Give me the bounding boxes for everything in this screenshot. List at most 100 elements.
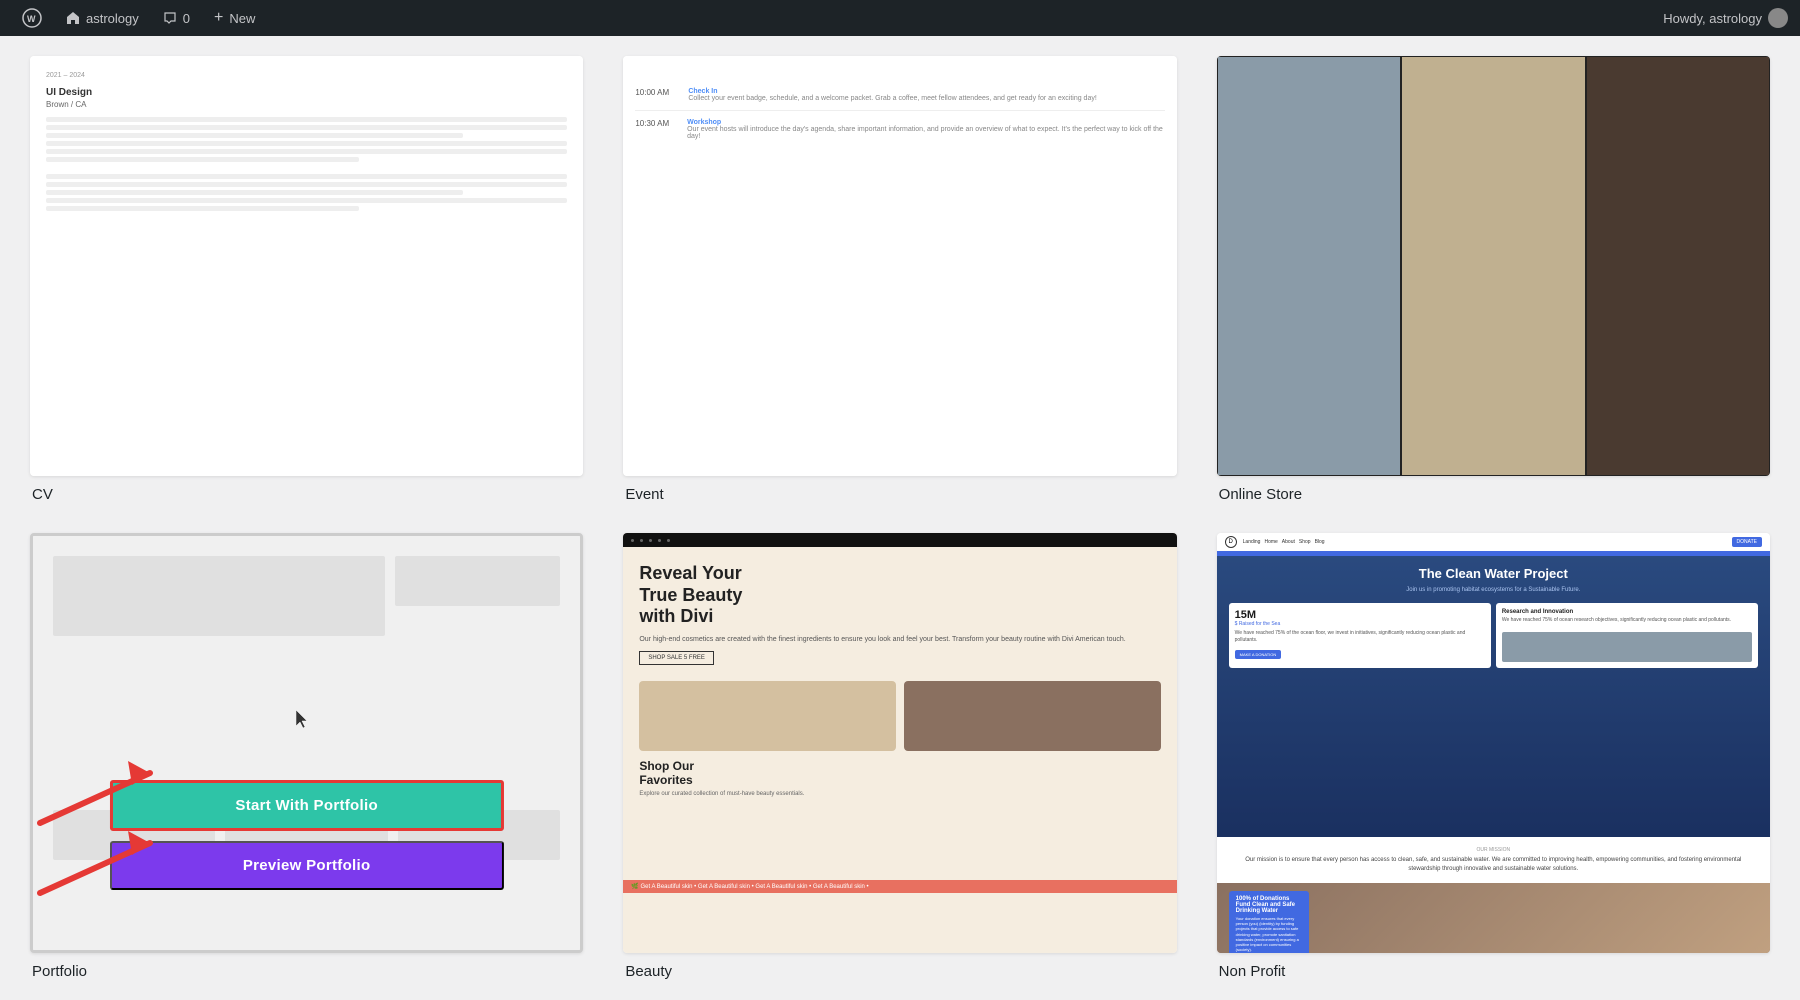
template-card-cv[interactable]: 2021 – 2024 UI Design Brown / CA [30, 56, 583, 476]
beauty-nav-dot [631, 539, 634, 542]
template-item-beauty: Reveal YourTrue Beautywith Divi Our high… [623, 533, 1176, 980]
np-nav-links: Landing Home About Shop Blog [1243, 539, 1325, 545]
cv-title: UI Design [46, 87, 567, 98]
np-stat-btn[interactable]: MAKE A DONATION [1235, 650, 1282, 659]
cv-line [46, 206, 359, 211]
np-subtitle: Join us in promoting habitat ecosystems … [1229, 587, 1758, 593]
cv-line [46, 157, 359, 162]
template-card-event[interactable]: 10:00 AM Check In Collect your event bad… [623, 56, 1176, 476]
home-icon [66, 11, 80, 25]
beauty-sub-text: Our high-end cosmetics are created with … [623, 636, 1176, 643]
np-donate-title: 100% of Donations Fund Clean and Safe Dr… [1236, 896, 1302, 914]
portfolio-row-1 [53, 556, 560, 636]
np-cards-row: 15M $ Raised for the Sea We have reached… [1229, 603, 1758, 668]
preview-portfolio-button[interactable]: Preview Portfolio [110, 841, 504, 890]
np-nav-link: Home [1264, 539, 1277, 545]
template-item-non-profit: D Landing Home About Shop Blog DONATE [1217, 533, 1770, 980]
event-time-1: 10:00 AM [635, 88, 680, 97]
template-card-non-profit[interactable]: D Landing Home About Shop Blog DONATE [1217, 533, 1770, 953]
np-mission-text: Our mission is to ensure that every pers… [1229, 856, 1758, 873]
store-preview [1217, 56, 1770, 476]
cv-line [46, 174, 567, 179]
np-mission: OUR MISSION Our mission is to ensure tha… [1217, 837, 1770, 883]
np-photo: 100% of Donations Fund Clean and Safe Dr… [1217, 883, 1770, 953]
beauty-shop-button[interactable]: SHOP SALE 5 FREE [639, 651, 714, 665]
start-with-portfolio-button[interactable]: Start With Portfolio [110, 780, 504, 831]
template-label-non-profit: Non Profit [1217, 963, 1770, 980]
wp-logo-button[interactable]: W [12, 0, 52, 36]
np-stat-label: $ Raised for the Sea [1235, 621, 1485, 627]
template-card-portfolio[interactable]: Start With Portfolio Preview Portfolio [30, 533, 583, 953]
template-item-cv: 2021 – 2024 UI Design Brown / CA [30, 56, 583, 503]
template-card-beauty[interactable]: Reveal YourTrue Beautywith Divi Our high… [623, 533, 1176, 953]
cv-line [46, 190, 463, 195]
cv-line [46, 117, 567, 122]
new-label: New [229, 11, 255, 26]
store-img-3 [1587, 57, 1769, 475]
new-button[interactable]: + New [204, 0, 265, 36]
np-research-img [1502, 632, 1752, 662]
event-row-1: 10:00 AM Check In Collect your event bad… [635, 88, 1164, 102]
template-label-beauty: Beauty [623, 963, 1176, 980]
np-mission-label: OUR MISSION [1229, 847, 1758, 853]
beauty-ticker: 🌿 Get A Beautiful skin • Get A Beautiful… [623, 880, 1176, 893]
template-label-online-store: Online Store [1217, 486, 1770, 503]
svg-text:W: W [27, 14, 36, 24]
cv-line [46, 198, 567, 203]
np-nav-link: Landing [1243, 539, 1261, 545]
event-row-2: 10:30 AM Workshop Our event hosts will i… [635, 119, 1164, 140]
np-nav: D Landing Home About Shop Blog DONATE [1217, 533, 1770, 553]
np-donate-nav-btn[interactable]: DONATE [1732, 537, 1762, 547]
avatar [1768, 8, 1788, 28]
beauty-section-sub: Explore our curated collection of must-h… [623, 791, 1176, 797]
np-title: The Clean Water Project [1229, 566, 1758, 581]
np-hero: The Clean Water Project Join us in promo… [1217, 556, 1770, 837]
np-donate-box: 100% of Donations Fund Clean and Safe Dr… [1229, 891, 1309, 953]
beauty-nav [623, 533, 1176, 547]
nonprofit-preview: D Landing Home About Shop Blog DONATE [1217, 533, 1770, 953]
cv-date: 2021 – 2024 [46, 72, 567, 79]
event-desc-2: Our event hosts will introduce the day's… [687, 126, 1165, 140]
wp-logo-icon: W [22, 8, 42, 28]
template-label-portfolio: Portfolio [30, 963, 583, 980]
event-preview: 10:00 AM Check In Collect your event bad… [623, 56, 1176, 476]
beauty-nav-dot [640, 539, 643, 542]
howdy-text: Howdy, astrology [1663, 11, 1762, 26]
np-donate-text: Your donation ensures that every person … [1236, 916, 1302, 952]
event-tag-1: Check In [688, 88, 1096, 95]
np-research-card: Research and Innovation We have reached … [1496, 603, 1758, 668]
event-tag-2: Workshop [687, 119, 1165, 126]
beauty-nav-dot [667, 539, 670, 542]
cv-line [46, 182, 567, 187]
np-stat-card: 15M $ Raised for the Sea We have reached… [1229, 603, 1491, 668]
store-img-2 [1402, 57, 1584, 475]
new-icon: + [214, 9, 223, 27]
template-item-online-store: Online Store [1217, 56, 1770, 503]
beauty-hero-text: Reveal YourTrue Beautywith Divi [623, 547, 1176, 636]
template-label-event: Event [623, 486, 1176, 503]
template-item-portfolio: Start With Portfolio Preview Portfolio P… [30, 533, 583, 980]
event-desc-1: Collect your event badge, schedule, and … [688, 95, 1096, 102]
cv-line [46, 133, 463, 138]
event-time-2: 10:30 AM [635, 119, 679, 128]
portfolio-cell [395, 556, 561, 606]
template-item-event: 10:00 AM Check In Collect your event bad… [623, 56, 1176, 503]
template-card-online-store[interactable] [1217, 56, 1770, 476]
store-images [1217, 56, 1770, 476]
topbar: W astrology 0 + New Howdy, astrology [0, 0, 1800, 36]
beauty-section-title: Shop OurFavorites [623, 751, 1176, 791]
site-name-label: astrology [86, 11, 139, 26]
site-name-button[interactable]: astrology [56, 0, 149, 36]
np-research-text: We have reached 75% of ocean research ob… [1502, 617, 1752, 624]
comments-icon [163, 11, 177, 25]
comments-button[interactable]: 0 [153, 0, 200, 36]
np-stat-text: We have reached 75% of the ocean floor, … [1235, 630, 1485, 643]
np-nav-link: About [1282, 539, 1295, 545]
np-logo: D [1225, 536, 1237, 548]
cv-preview: 2021 – 2024 UI Design Brown / CA [30, 56, 583, 476]
np-stat-num: 15M [1235, 609, 1485, 621]
beauty-preview: Reveal YourTrue Beautywith Divi Our high… [623, 533, 1176, 953]
portfolio-overlay-buttons: Start With Portfolio Preview Portfolio [110, 780, 504, 890]
templates-grid: 2021 – 2024 UI Design Brown / CA [30, 56, 1770, 980]
np-nav-link: Blog [1315, 539, 1325, 545]
